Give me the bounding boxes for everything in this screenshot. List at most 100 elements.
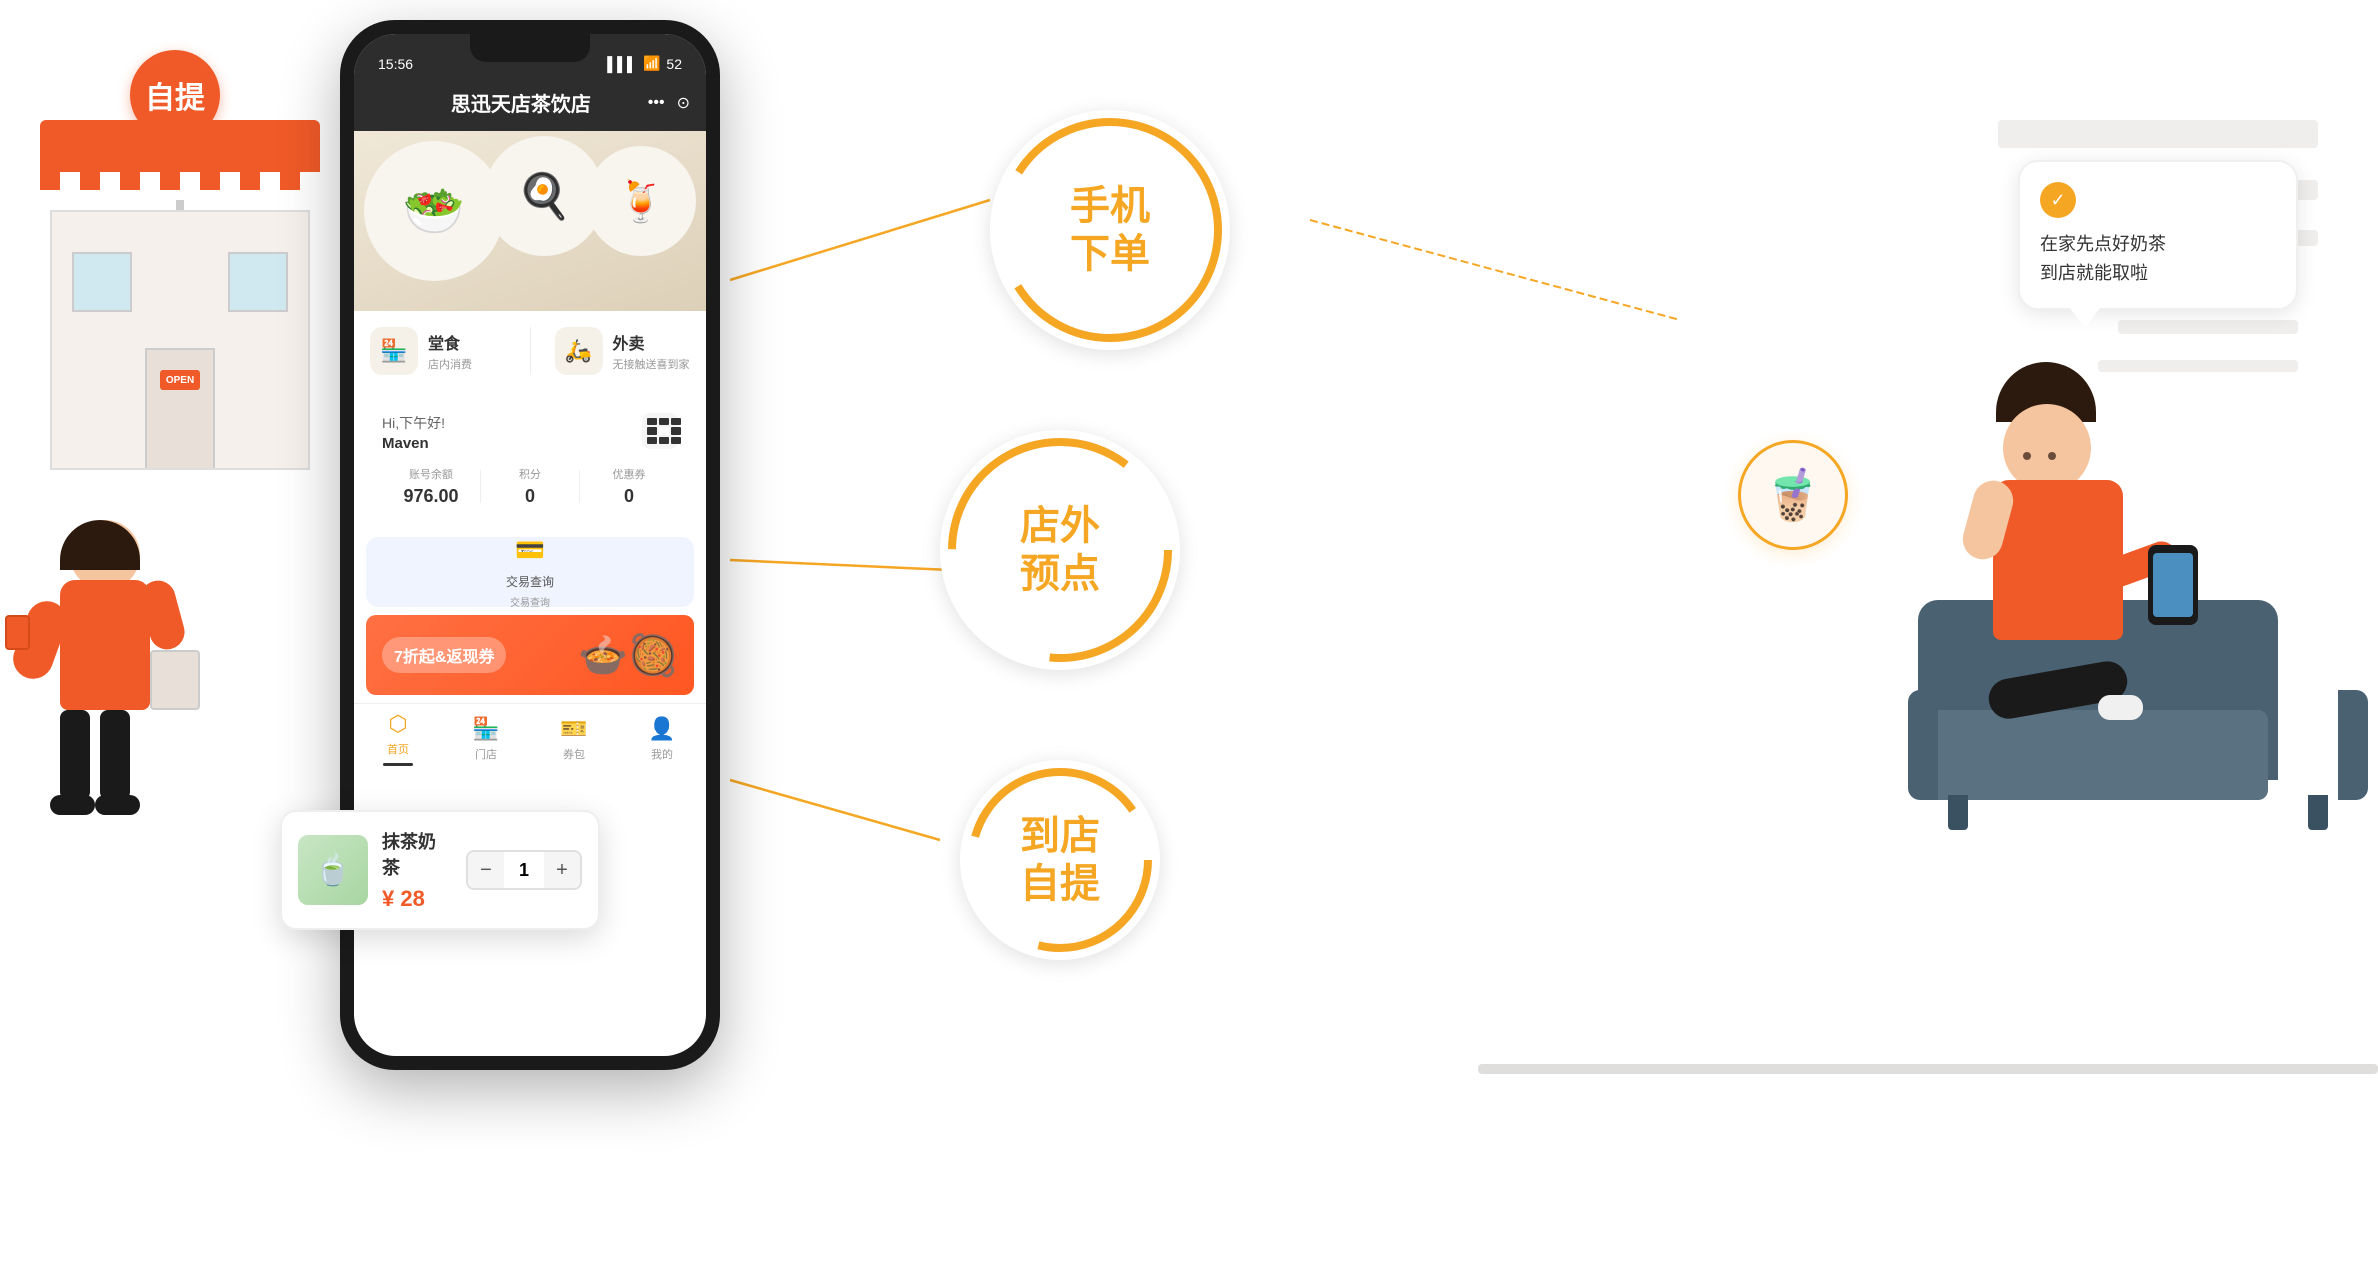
person-left: [30, 520, 190, 940]
shopping-bag: [150, 650, 200, 710]
qr-code-icon[interactable]: [642, 413, 678, 449]
eye-left: [2023, 452, 2031, 460]
promo-text: 7折起&返现券: [394, 649, 494, 666]
time-display: 15:56: [378, 56, 413, 72]
mini-phone: [2148, 545, 2198, 625]
user-card: Hi,下午好! Maven 账号余额 976.00: [366, 399, 694, 521]
shoe: [2098, 695, 2143, 720]
bubble-text: 在家先点好奶茶到店就能取啦: [2040, 230, 2276, 288]
user-stats: 账号余额 976.00 积分 0 优惠券 0: [382, 466, 678, 507]
dine-in-title: 堂食: [428, 330, 472, 354]
transaction-label: 交易查询: [506, 573, 554, 590]
coupon-value: 0: [580, 486, 678, 507]
store-roof-main: [40, 120, 320, 190]
nav-dot: [383, 763, 413, 766]
sofa-leg-right: [2308, 795, 2328, 830]
user-hello: Hi,下午好!: [382, 413, 445, 433]
nav-home[interactable]: ⬡ 首页: [354, 711, 442, 766]
header-icons: ••• ⊙: [648, 93, 690, 113]
home-label: 首页: [387, 741, 409, 757]
user-name: Maven: [382, 435, 445, 452]
person-hair: [60, 520, 140, 570]
person-torso: [60, 580, 150, 710]
store-icon: 🏪: [472, 716, 499, 742]
qty-increase-button[interactable]: +: [544, 852, 580, 888]
store-building: OPEN: [40, 120, 320, 500]
nav-voucher[interactable]: 🎫 券包: [530, 716, 618, 762]
nav-store[interactable]: 🏪 门店: [442, 716, 530, 762]
ring-svg-2: [940, 430, 1180, 670]
product-info: 抹茶奶茶 ¥ 28: [382, 828, 452, 912]
order-divider: [530, 327, 531, 375]
nav-profile[interactable]: 👤 我的: [618, 716, 706, 762]
store-roof-stripe: [40, 172, 320, 190]
title-bar: 思迅天店茶饮店 ••• ⊙: [354, 78, 706, 131]
location-icon[interactable]: ⊙: [677, 93, 690, 113]
wifi-icon: 📶: [643, 55, 660, 72]
status-icons: ▌▌▌ 📶 52: [607, 55, 682, 72]
phone-notch: [470, 34, 590, 62]
coupon-label: 优惠券: [580, 466, 678, 482]
sofa-seat: [1928, 710, 2268, 800]
delivery-sub: 无接触送喜到家: [613, 356, 690, 372]
points-value: 0: [481, 486, 579, 507]
hero-image: 🥗 🍳 🍹: [354, 131, 706, 311]
check-icon: ✓: [2040, 182, 2076, 218]
person-right-section: ✓ 在家先点好奶茶到店就能取啦 🧋: [1678, 100, 2378, 1200]
mini-screen: [2153, 553, 2193, 617]
speech-bubble: ✓ 在家先点好奶茶到店就能取啦: [2018, 160, 2298, 310]
food-plate-3: 🍹: [586, 146, 696, 256]
ring-svg-3: [960, 760, 1160, 960]
qty-decrease-button[interactable]: −: [468, 852, 504, 888]
product-price: ¥ 28: [382, 886, 452, 912]
delivery-icon: 🛵: [555, 327, 603, 375]
stat-coupon: 优惠券 0: [580, 466, 678, 507]
dine-in-info: 堂食 店内消费: [428, 330, 472, 372]
profile-icon: 👤: [648, 716, 675, 742]
voucher-icon: 🎫: [560, 716, 587, 742]
feature-mobile-order: 手机下单: [990, 110, 1230, 350]
order-type-delivery[interactable]: 🛵 外卖 无接触送喜到家: [555, 327, 691, 375]
leg-right: [100, 710, 130, 800]
more-icon[interactable]: •••: [648, 94, 665, 112]
sofa-leg-left: [1948, 795, 1968, 830]
balance-label: 账号余额: [382, 466, 480, 482]
promo-food: 🍲🥘: [578, 632, 678, 679]
cup: [5, 615, 30, 650]
person-body-right: [1978, 440, 2178, 720]
store-door: OPEN: [145, 348, 215, 468]
phone-container: 15:56 ▌▌▌ 📶 52 思迅天店茶饮店 ••• ⊙: [340, 20, 720, 1070]
shoe-right: [95, 795, 140, 815]
delivery-info: 外卖 无接触送喜到家: [613, 330, 690, 372]
store-section: 自提 OPEN: [0, 0, 380, 1274]
transaction-icon: 💳: [515, 536, 545, 565]
actions-row: 💳 交易查询 交易查询: [366, 537, 694, 607]
dine-in-icon: 🏪: [370, 327, 418, 375]
qty-control: − 1 +: [466, 850, 582, 890]
store-window-right: [228, 252, 288, 312]
bottom-nav: ⬡ 首页 🏪 门店 🎫 券包 👤 我的: [354, 703, 706, 773]
ring-svg-1: [990, 110, 1230, 350]
promo-badge: 7折起&返现券: [382, 637, 506, 673]
home-icon: ⬡: [388, 711, 407, 737]
quick-action-transaction[interactable]: 💳 交易查询 交易查询: [366, 537, 694, 607]
profile-label: 我的: [651, 746, 673, 762]
person-sitting-area: [1918, 300, 2358, 860]
points-label: 积分: [481, 466, 579, 482]
store-wall: OPEN: [50, 210, 310, 470]
stat-points: 积分 0: [481, 466, 579, 507]
eye-right: [2048, 452, 2056, 460]
food-plate-1: 🥗: [364, 141, 504, 281]
order-type-dine-in[interactable]: 🏪 堂食 店内消费: [370, 327, 506, 375]
product-card: 🍵 抹茶奶茶 ¥ 28 − 1 +: [280, 810, 600, 930]
qty-value: 1: [504, 856, 544, 885]
leg-left: [60, 710, 90, 800]
store-window-left: [72, 252, 132, 312]
delivery-title: 外卖: [613, 330, 690, 354]
user-greeting: Hi,下午好! Maven: [382, 413, 678, 452]
drink-bubble: 🧋: [1738, 440, 1848, 550]
store-label: 门店: [475, 746, 497, 762]
promo-banner[interactable]: 7折起&返现券 🍲🥘: [366, 615, 694, 695]
battery-display: 52: [666, 56, 682, 72]
feature-outside-preorder: 店外预点: [940, 430, 1180, 670]
